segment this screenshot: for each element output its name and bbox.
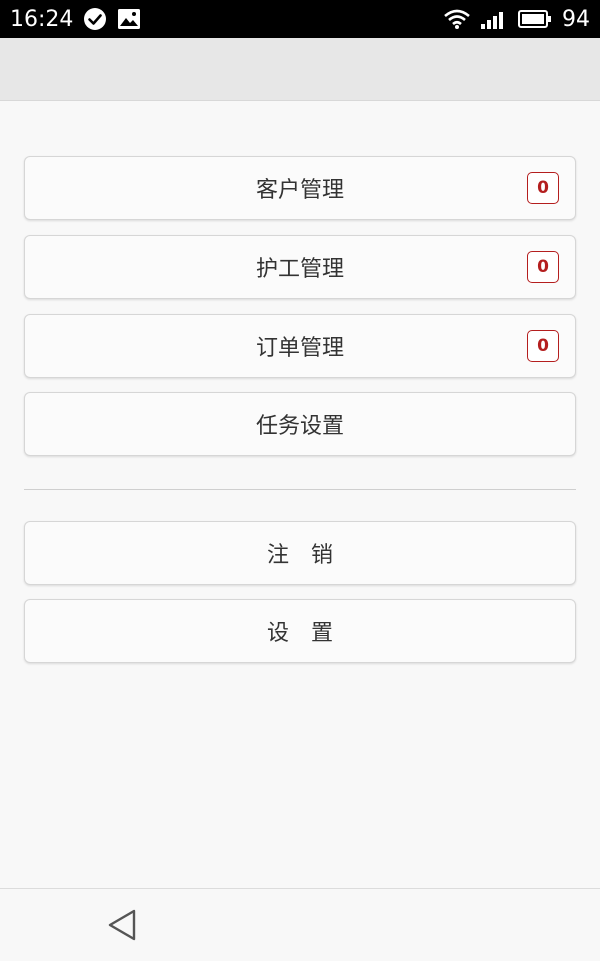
order-management-label: 订单管理 [255,336,344,361]
caregiver-management-button[interactable]: 护工管理 0 [24,235,576,299]
customer-management-button[interactable]: 客户管理 0 [24,156,576,220]
wifi-icon [444,9,470,29]
task-settings-button[interactable]: 任务设置 [24,392,576,456]
app-bar [0,38,600,101]
status-time: 16:24 [10,6,74,32]
status-bar: 16:24 94 [0,0,600,38]
signal-icon [480,9,508,29]
image-icon [117,8,141,30]
section-divider [24,489,576,490]
logout-button[interactable]: 注 销 [24,521,576,585]
status-left: 16:24 [10,7,141,32]
task-settings-label: 任务设置 [255,414,344,439]
back-triangle-icon[interactable] [104,907,140,947]
settings-button[interactable]: 设 置 [24,599,576,663]
customer-management-label: 客户管理 [255,178,344,203]
order-count-badge: 0 [527,330,559,362]
battery-icon [518,9,552,29]
caregiver-count-badge: 0 [527,251,559,283]
battery-level: 94 [562,6,590,32]
order-management-button[interactable]: 订单管理 0 [24,314,576,378]
navigation-bar [0,888,600,961]
check-circle-icon [83,7,107,31]
logout-label: 注 销 [266,543,333,568]
caregiver-management-label: 护工管理 [255,257,344,282]
status-right: 94 [444,7,590,32]
customer-count-badge: 0 [527,172,559,204]
settings-label: 设 置 [266,621,333,646]
